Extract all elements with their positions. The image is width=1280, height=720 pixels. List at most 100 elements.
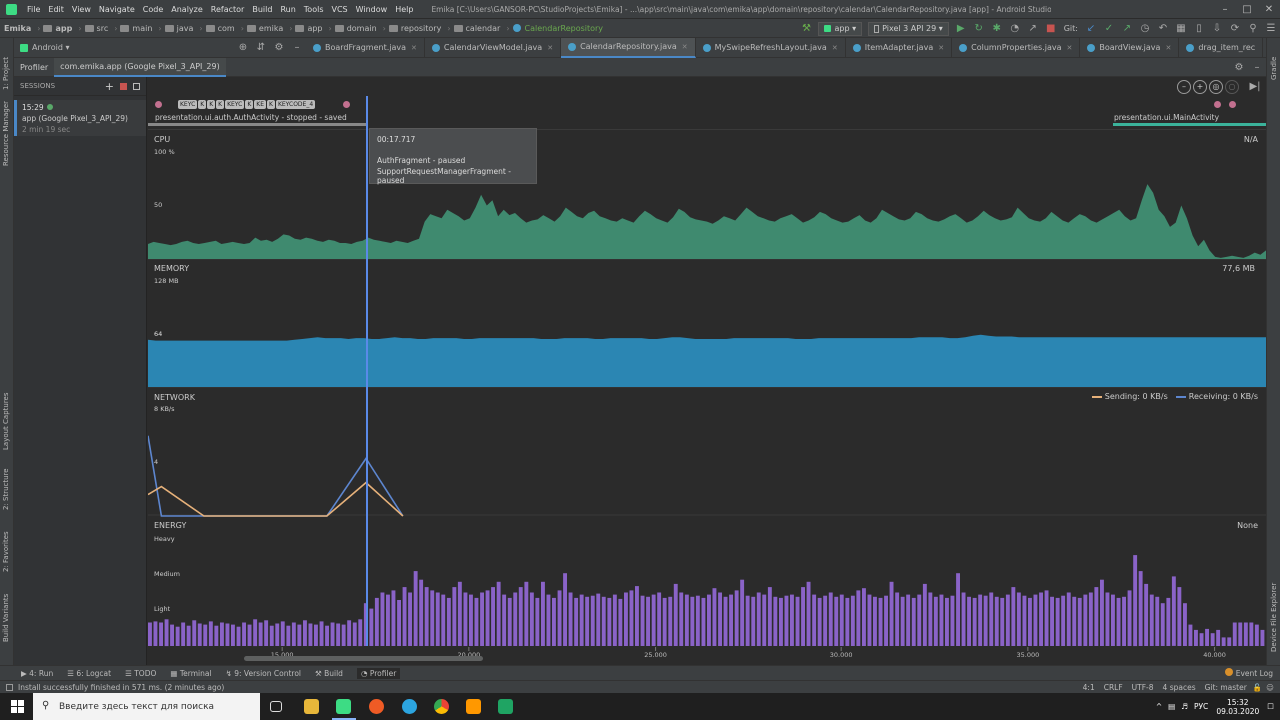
menu-analyze[interactable]: Analyze bbox=[171, 5, 203, 14]
status-toggle-icon[interactable] bbox=[6, 683, 13, 691]
breadcrumb-item[interactable]: app bbox=[55, 24, 72, 33]
menu-code[interactable]: Code bbox=[143, 5, 163, 14]
close-tab-icon[interactable]: ✕ bbox=[682, 43, 688, 51]
postman-icon[interactable] bbox=[369, 699, 384, 714]
close-tab-icon[interactable]: ✕ bbox=[938, 44, 944, 52]
run-config-dropdown[interactable]: app ▾ bbox=[818, 21, 863, 36]
file-explorer-icon[interactable] bbox=[304, 699, 319, 714]
tool-window-project[interactable]: 1: Project bbox=[2, 57, 10, 90]
tab-editor-file[interactable]: BoardView.java ✕ bbox=[1080, 37, 1180, 58]
tab-editor-file[interactable]: MySwipeRefreshLayout.java ✕ bbox=[696, 37, 846, 58]
menu-tools[interactable]: Tools bbox=[304, 5, 324, 14]
stop-session-icon[interactable] bbox=[120, 82, 127, 90]
volume-icon[interactable]: ♬ bbox=[1181, 702, 1188, 711]
tab-editor-file[interactable]: CalendarViewModel.java ✕ bbox=[425, 37, 562, 58]
hide-icon[interactable]: – bbox=[288, 38, 306, 57]
tab-editor-file[interactable]: CalendarRepository.java ✕ bbox=[561, 37, 696, 58]
menu-file[interactable]: File bbox=[27, 5, 40, 14]
breadcrumb-project[interactable]: Emika bbox=[4, 24, 31, 33]
tab-editor-file[interactable]: ItemAdapter.java ✕ bbox=[846, 37, 953, 58]
sourcetree-icon[interactable] bbox=[498, 699, 513, 714]
tab-profiler-bottom[interactable]: ◔ Profiler bbox=[356, 667, 401, 679]
tool-window-favorites[interactable]: 2: Favorites bbox=[2, 531, 10, 572]
menu-navigate[interactable]: Navigate bbox=[99, 5, 135, 14]
profile-icon[interactable]: ◔ bbox=[1006, 19, 1024, 38]
attach-debugger-icon[interactable]: ↗ bbox=[1024, 19, 1042, 38]
menu-view[interactable]: View bbox=[72, 5, 91, 14]
collapse-all-icon[interactable]: ⇵ bbox=[252, 38, 270, 57]
tab-terminal[interactable]: ▦ Terminal bbox=[170, 669, 211, 678]
menu-run[interactable]: Run bbox=[280, 5, 295, 14]
tool-window-layout-captures[interactable]: Layout Captures bbox=[2, 392, 10, 450]
menu-edit[interactable]: Edit bbox=[48, 5, 64, 14]
tab-run[interactable]: ▶ 4: Run bbox=[21, 669, 53, 678]
menu-vcs[interactable]: VCS bbox=[332, 5, 348, 14]
debug-icon[interactable]: ✱ bbox=[988, 19, 1006, 38]
menu-window[interactable]: Window bbox=[356, 5, 388, 14]
maximize-icon[interactable]: □ bbox=[1236, 4, 1258, 15]
project-view-selector[interactable]: Android ▾ bbox=[14, 43, 234, 52]
timeline-scrollbar[interactable] bbox=[244, 656, 483, 661]
stop-icon[interactable]: ■ bbox=[1042, 19, 1060, 38]
breadcrumb-item[interactable]: domain bbox=[347, 24, 377, 33]
tab-editor-file[interactable]: BoardFragment.java ✕ bbox=[306, 37, 425, 58]
clock-time[interactable]: 15:32 bbox=[1227, 698, 1249, 707]
telegram-icon[interactable] bbox=[402, 699, 417, 714]
tab-version-control[interactable]: ↯ 9: Version Control bbox=[226, 669, 301, 678]
memory-track[interactable] bbox=[148, 334, 1266, 387]
breadcrumb-item[interactable]: app bbox=[307, 24, 322, 33]
reset-zoom-icon[interactable]: ◎ bbox=[1209, 79, 1223, 94]
session-item[interactable]: 15:29 app (Google Pixel_3_API_29) 2 min … bbox=[14, 100, 146, 136]
hide-panel-icon[interactable]: – bbox=[1248, 58, 1266, 77]
settings-gear-icon[interactable]: ⚙ bbox=[1230, 58, 1248, 77]
tab-logcat[interactable]: ☰ 6: Logcat bbox=[67, 669, 111, 678]
zoom-to-selection-icon[interactable]: ○ bbox=[1225, 79, 1239, 94]
line-separator[interactable]: CRLF bbox=[1104, 683, 1123, 692]
git-commit-icon[interactable]: ✓ bbox=[1100, 19, 1118, 38]
git-rollback-icon[interactable]: ↶ bbox=[1154, 19, 1172, 38]
close-tab-icon[interactable]: ✕ bbox=[411, 44, 417, 52]
network-track[interactable] bbox=[148, 435, 404, 517]
menu-help[interactable]: Help bbox=[395, 5, 413, 14]
breadcrumb-file[interactable]: CalendarRepository bbox=[525, 24, 604, 33]
indent-setting[interactable]: 4 spaces bbox=[1163, 683, 1196, 692]
menu-build[interactable]: Build bbox=[252, 5, 272, 14]
inspector-icon[interactable]: ☺ bbox=[1266, 683, 1274, 692]
tool-window-structure[interactable]: 2: Structure bbox=[2, 468, 10, 510]
close-window-icon[interactable]: ✕ bbox=[1258, 4, 1280, 15]
git-branch[interactable]: Git: master bbox=[1205, 683, 1247, 692]
task-view-icon[interactable] bbox=[270, 701, 282, 712]
run-icon[interactable]: ▶ bbox=[952, 19, 970, 38]
git-push-icon[interactable]: ↗ bbox=[1118, 19, 1136, 38]
tab-editor-file[interactable]: ColumnProperties.java ✕ bbox=[952, 37, 1081, 58]
make-project-icon[interactable]: ⚒ bbox=[797, 19, 815, 38]
close-tab-icon[interactable]: ✕ bbox=[832, 44, 838, 52]
tab-profiler[interactable]: Profiler bbox=[14, 58, 54, 77]
taskbar-search-input[interactable]: ⚲ Введите здесь текст для поиска bbox=[33, 693, 260, 720]
tab-todo[interactable]: ☰ TODO bbox=[125, 669, 156, 678]
clock-date[interactable]: 09.03.2020 bbox=[1216, 707, 1259, 716]
breadcrumb-item[interactable]: repository bbox=[401, 24, 441, 33]
close-tab-icon[interactable]: ✕ bbox=[547, 44, 553, 52]
avd-manager-icon[interactable]: ▯ bbox=[1190, 19, 1208, 38]
zoom-out-icon[interactable]: – bbox=[1177, 79, 1191, 94]
sdk-manager-icon[interactable]: ⇩ bbox=[1208, 19, 1226, 38]
device-dropdown[interactable]: Pixel 3 API 29 ▾ bbox=[868, 21, 949, 36]
breadcrumb-item[interactable]: main bbox=[132, 24, 152, 33]
breadcrumb-item[interactable]: emika bbox=[259, 24, 283, 33]
network-icon[interactable]: ▤ bbox=[1168, 702, 1175, 711]
search-everywhere-icon[interactable]: ⚲ bbox=[1244, 19, 1262, 38]
energy-track[interactable] bbox=[148, 555, 1265, 647]
tool-window-resource-manager[interactable]: Resource Manager bbox=[2, 101, 10, 166]
lock-icon[interactable]: 🔓 bbox=[1253, 683, 1262, 692]
settings-gear-icon[interactable]: ⚙ bbox=[270, 38, 288, 57]
android-studio-taskbar-icon[interactable] bbox=[336, 699, 351, 714]
tab-editor-file[interactable]: drag_item_rec bbox=[1179, 37, 1264, 58]
breadcrumb-item[interactable]: com bbox=[218, 24, 235, 33]
sublime-text-icon[interactable] bbox=[466, 699, 481, 714]
breadcrumb-item[interactable]: java bbox=[177, 24, 194, 33]
project-structure-icon[interactable]: ▦ bbox=[1172, 19, 1190, 38]
git-update-icon[interactable]: ↙ bbox=[1082, 19, 1100, 38]
apply-changes-icon[interactable]: ↻ bbox=[970, 19, 988, 38]
timeline-cursor[interactable] bbox=[366, 96, 368, 646]
